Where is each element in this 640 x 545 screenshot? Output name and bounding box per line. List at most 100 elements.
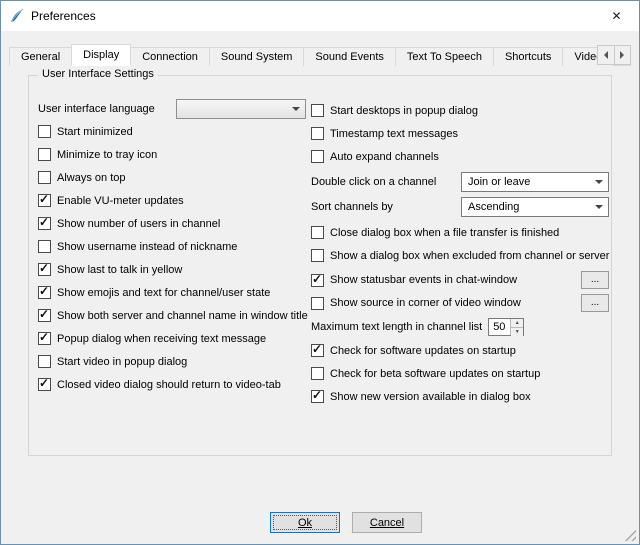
tab-bar: General Display Connection Sound System … [9, 44, 631, 66]
checkbox-statusbar-events[interactable]: Show statusbar events in chat-window [311, 274, 517, 287]
language-row: User interface language [38, 99, 306, 119]
tab-scroll-right-button[interactable] [615, 46, 631, 64]
checkbox-close-on-transfer-finished[interactable]: Close dialog box when a file transfer is… [311, 225, 609, 240]
statusbar-events-more-button[interactable]: ... [581, 271, 609, 289]
checkbox-label: Show both server and channel name in win… [57, 310, 308, 322]
checkbox-label: Start video in popup dialog [57, 356, 187, 368]
double-click-dropdown[interactable]: Join or leave [461, 172, 609, 192]
tab-general[interactable]: General [9, 47, 72, 66]
statusbar-events-row: Show statusbar events in chat-window ... [311, 271, 609, 289]
checkbox-label: Minimize to tray icon [57, 149, 157, 161]
max-text-length-row: Maximum text length in channel list 50 ▲… [311, 317, 609, 337]
tab-shortcuts[interactable]: Shortcuts [493, 47, 563, 66]
checkbox-start-desktops-popup[interactable]: Start desktops in popup dialog [311, 103, 609, 118]
tab-sound-system[interactable]: Sound System [209, 47, 305, 66]
checkbox-box [38, 355, 51, 368]
chevron-down-icon [595, 180, 603, 184]
checkbox-label: Show statusbar events in chat-window [330, 274, 517, 286]
resize-grip[interactable] [624, 529, 636, 541]
checkbox-label: Timestamp text messages [330, 128, 458, 140]
checkbox-box [38, 332, 51, 345]
sort-channels-row: Sort channels by Ascending [311, 197, 609, 217]
checkbox-box [38, 217, 51, 230]
language-dropdown[interactable] [176, 99, 306, 119]
checkbox-label: Show last to talk in yellow [57, 264, 182, 276]
checkbox-last-to-talk-yellow[interactable]: Show last to talk in yellow [38, 262, 306, 277]
double-click-row: Double click on a channel Join or leave [311, 172, 609, 192]
checkbox-server-channel-in-title[interactable]: Show both server and channel name in win… [38, 308, 306, 323]
checkbox-show-emojis[interactable]: Show emojis and text for channel/user st… [38, 285, 306, 300]
checkbox-label: Enable VU-meter updates [57, 195, 184, 207]
checkbox-auto-expand-channels[interactable]: Auto expand channels [311, 149, 609, 164]
chevron-left-icon [604, 51, 608, 59]
checkbox-check-beta-updates[interactable]: Check for beta software updates on start… [311, 366, 609, 381]
title-bar[interactable]: Preferences ✕ [1, 1, 639, 31]
checkbox-box [38, 378, 51, 391]
checkbox-closed-video-return[interactable]: Closed video dialog should return to vid… [38, 377, 306, 392]
checkbox-start-video-popup[interactable]: Start video in popup dialog [38, 354, 306, 369]
checkbox-label: Check for beta software updates on start… [330, 368, 540, 380]
tab-scroll-control [597, 45, 631, 65]
spin-down-button[interactable]: ▼ [511, 328, 523, 336]
checkbox-always-on-top[interactable]: Always on top [38, 170, 306, 185]
spin-up-button[interactable]: ▲ [511, 319, 523, 328]
close-button[interactable]: ✕ [594, 1, 639, 31]
checkbox-box [311, 367, 324, 380]
checkbox-box [38, 263, 51, 276]
checkbox-label: Popup dialog when receiving text message [57, 333, 266, 345]
checkbox-label: Close dialog box when a file transfer is… [330, 227, 559, 239]
video-source-more-button[interactable]: ... [581, 294, 609, 312]
checkbox-box [38, 171, 51, 184]
right-column: Start desktops in popup dialog Timestamp… [311, 103, 609, 412]
checkbox-box [311, 344, 324, 357]
checkbox-label: Check for software updates on startup [330, 345, 516, 357]
double-click-value: Join or leave [468, 176, 530, 188]
max-text-length-value: 50 [489, 319, 510, 335]
checkbox-minimize-to-tray[interactable]: Minimize to tray icon [38, 147, 306, 162]
app-icon [9, 8, 25, 24]
checkbox-box [38, 125, 51, 138]
checkbox-box [38, 286, 51, 299]
group-title: User Interface Settings [38, 68, 158, 80]
tab-sound-events[interactable]: Sound Events [303, 47, 396, 66]
max-text-length-label: Maximum text length in channel list [311, 321, 482, 333]
video-source-row: Show source in corner of video window ..… [311, 294, 609, 312]
preferences-dialog: Preferences ✕ General Display Connection… [0, 0, 640, 545]
checkbox-video-source-corner[interactable]: Show source in corner of video window [311, 297, 521, 310]
checkbox-label: Start minimized [57, 126, 133, 138]
footer: Ok Cancel [270, 512, 422, 533]
checkbox-start-minimized[interactable]: Start minimized [38, 124, 306, 139]
close-icon: ✕ [611, 9, 621, 23]
checkbox-show-username[interactable]: Show username instead of nickname [38, 239, 306, 254]
double-click-label: Double click on a channel [311, 176, 436, 188]
checkbox-box [38, 240, 51, 253]
sort-channels-dropdown[interactable]: Ascending [461, 197, 609, 217]
checkbox-box [38, 148, 51, 161]
tab-display[interactable]: Display [71, 44, 131, 66]
checkbox-label: Start desktops in popup dialog [330, 105, 478, 117]
tab-scroll-left-button[interactable] [598, 46, 615, 64]
checkbox-label: Show source in corner of video window [330, 297, 521, 309]
checkbox-timestamp-messages[interactable]: Timestamp text messages [311, 126, 609, 141]
checkbox-show-user-count[interactable]: Show number of users in channel [38, 216, 306, 231]
checkbox-new-version-dialog[interactable]: Show new version available in dialog box [311, 389, 609, 404]
ok-button[interactable]: Ok [270, 512, 340, 533]
user-interface-settings-group: User Interface Settings User interface l… [28, 75, 612, 456]
checkbox-dialog-when-excluded[interactable]: Show a dialog box when excluded from cha… [311, 248, 609, 263]
checkbox-check-updates[interactable]: Check for software updates on startup [311, 343, 609, 358]
window-title: Preferences [31, 9, 96, 23]
checkbox-box [311, 226, 324, 239]
chevron-right-icon [620, 51, 624, 59]
chevron-down-icon [595, 205, 603, 209]
checkbox-popup-text-message[interactable]: Popup dialog when receiving text message [38, 331, 306, 346]
checkbox-label: Show number of users in channel [57, 218, 220, 230]
tab-connection[interactable]: Connection [130, 47, 210, 66]
tab-text-to-speech[interactable]: Text To Speech [395, 47, 494, 66]
cancel-button[interactable]: Cancel [352, 512, 422, 533]
max-text-length-spinner[interactable]: 50 ▲ ▼ [488, 318, 524, 336]
checkbox-label: Closed video dialog should return to vid… [57, 379, 281, 391]
left-column: User interface language Start minimized … [38, 99, 306, 400]
checkbox-box [38, 309, 51, 322]
checkbox-vu-meter-updates[interactable]: Enable VU-meter updates [38, 193, 306, 208]
checkbox-box [311, 104, 324, 117]
